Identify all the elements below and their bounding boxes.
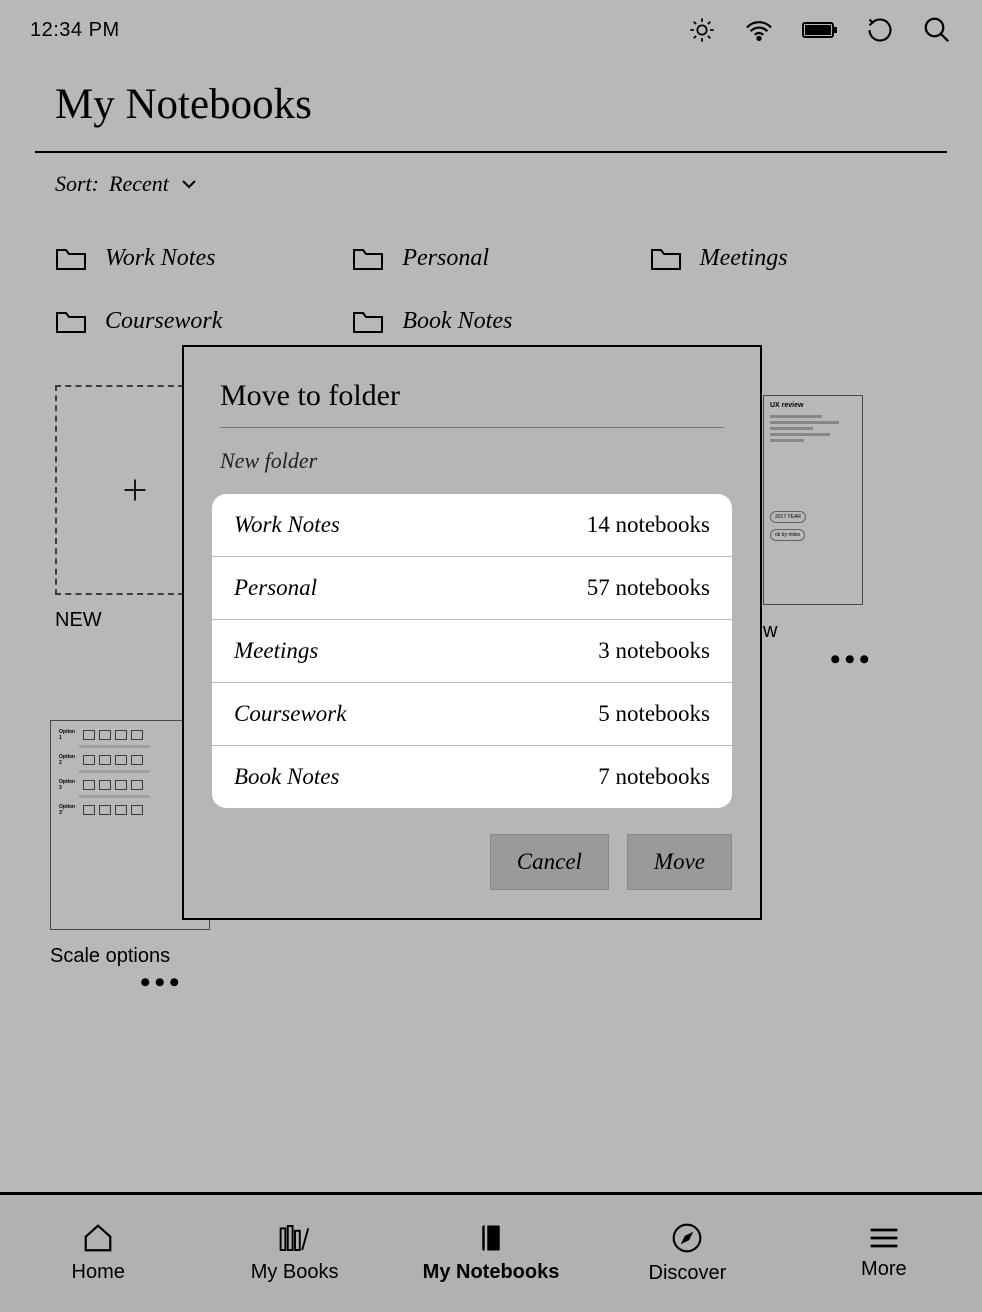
- folder-name: Work Notes: [234, 512, 340, 538]
- folder-count: 5 notebooks: [598, 701, 710, 727]
- dialog-buttons: Cancel Move: [212, 834, 732, 890]
- folder-count: 7 notebooks: [598, 764, 710, 790]
- move-to-folder-dialog: Move to folder New folder Work Notes 14 …: [182, 345, 762, 920]
- dialog-folder-book-notes[interactable]: Book Notes 7 notebooks: [212, 746, 732, 808]
- folder-count: 57 notebooks: [587, 575, 710, 601]
- folder-name: Meetings: [234, 638, 318, 664]
- dialog-title: Move to folder: [220, 379, 724, 413]
- cancel-button[interactable]: Cancel: [490, 834, 609, 890]
- folder-name: Coursework: [234, 701, 346, 727]
- folder-count: 14 notebooks: [587, 512, 710, 538]
- dialog-folder-list: Work Notes 14 notebooks Personal 57 note…: [212, 494, 732, 808]
- dialog-folder-meetings[interactable]: Meetings 3 notebooks: [212, 620, 732, 683]
- folder-name: Book Notes: [234, 764, 339, 790]
- dialog-rule: [220, 427, 724, 428]
- folder-count: 3 notebooks: [598, 638, 710, 664]
- dialog-folder-coursework[interactable]: Coursework 5 notebooks: [212, 683, 732, 746]
- new-folder-button[interactable]: New folder: [220, 448, 724, 474]
- folder-name: Personal: [234, 575, 317, 601]
- move-button[interactable]: Move: [627, 834, 732, 890]
- dialog-folder-work-notes[interactable]: Work Notes 14 notebooks: [212, 494, 732, 557]
- dialog-folder-personal[interactable]: Personal 57 notebooks: [212, 557, 732, 620]
